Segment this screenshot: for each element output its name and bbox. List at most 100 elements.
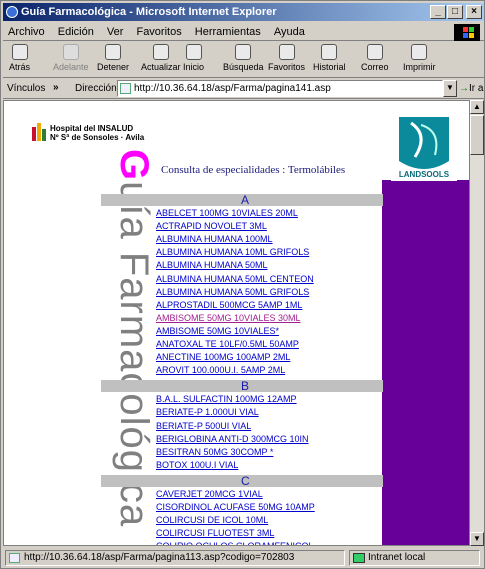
vertical-scrollbar[interactable]: ▲ ▼ (470, 100, 484, 546)
title-bar: Guía Farmacológica - Microsoft Internet … (3, 3, 484, 21)
toolbar-print-button[interactable]: Imprimir (403, 44, 436, 72)
links-chevron-icon[interactable]: » (53, 82, 59, 93)
address-label: Dirección (75, 83, 117, 94)
toolbar-label: Detener (97, 62, 130, 72)
toolbar-back-arrow-button[interactable]: Atrás (9, 44, 30, 72)
medicine-link[interactable]: ALBUMINA HUMANA 10ML GRIFOLS (156, 247, 309, 257)
browser-window: Guía Farmacológica - Microsoft Internet … (0, 0, 485, 569)
medicine-link[interactable]: AROVIT 100.000U.I. 5AMP 2ML (156, 365, 285, 375)
toolbar-label: Favoritos (268, 62, 306, 72)
status-url: http://10.36.64.18/asp/Farma/pagina113.a… (24, 552, 295, 563)
letter-bar-b: B (101, 379, 383, 394)
maximize-button[interactable]: □ (447, 5, 463, 19)
toolbar-label: Correo (361, 62, 389, 72)
toolbar-mail-button[interactable]: Correo (361, 44, 389, 72)
menu-edicion[interactable]: Edición (53, 23, 99, 38)
letter-bar-c: C (101, 473, 383, 488)
menu-ayuda[interactable]: Ayuda (269, 23, 310, 38)
windows-logo-icon (454, 24, 480, 41)
address-dropdown-icon[interactable]: ▼ (443, 80, 457, 97)
menu-ver[interactable]: Ver (102, 23, 129, 38)
page-viewport: Hospital del INSALUD Nº Sª de Sonsoles ·… (3, 100, 470, 546)
toolbar: Atrás Adelante Detener Actualizar Inicio Búsq… (3, 42, 484, 78)
refresh-icon (152, 44, 169, 60)
toolbar-label: Historial (313, 62, 346, 72)
medicine-link[interactable]: ABELCET 100MG 10VIALES 20ML (156, 208, 298, 218)
toolbar-label: Imprimir (403, 62, 436, 72)
menu-archivo[interactable]: Archivo (3, 23, 50, 38)
hospital-location: Nº Sª de Sonsoles · Avila (50, 133, 145, 142)
go-label[interactable]: Ir a (469, 83, 483, 94)
medicine-link[interactable]: BERIGLOBINA ANTI-D 300MCG 10IN (156, 434, 309, 444)
links-label[interactable]: Vínculos (7, 83, 45, 94)
medicine-link[interactable]: B.A.L. SULFACTIN 100MG 12AMP (156, 394, 297, 404)
medicine-link[interactable]: ANECTINE 100MG 100AMP 2ML (156, 352, 290, 362)
toolbar-forward-arrow-button[interactable]: Adelante (53, 44, 89, 72)
medicine-link[interactable]: COLIRCUSI DE ICOL 10ML (156, 515, 268, 525)
status-zone: Intranet local (368, 552, 426, 563)
medicine-link[interactable]: COLIRIO OCULOS CLORAMFENICOL (156, 541, 314, 545)
history-icon (321, 44, 338, 60)
medicine-link[interactable]: AMBISOME 50MG 10VIALES 30ML (156, 313, 301, 323)
medicine-link[interactable]: CISORDINOL ACUFASE 50MG 10AMP (156, 502, 315, 512)
medicine-link[interactable]: BOTOX 100U.I VIAL (156, 460, 238, 470)
close-button[interactable]: × (466, 5, 482, 19)
back-arrow-icon (11, 44, 28, 60)
intranet-icon (353, 553, 365, 563)
medicine-link[interactable]: ACTRAPID NOVOLET 3ML (156, 221, 267, 231)
status-page-icon (9, 553, 20, 563)
status-bar: http://10.36.64.18/asp/Farma/pagina113.a… (3, 548, 484, 568)
medicine-link[interactable]: ALBUMINA HUMANA 50ML GRIFOLS (156, 287, 309, 297)
medicine-link[interactable]: COLIRCUSI FLUOTEST 3ML (156, 528, 274, 538)
menu-bar: Archivo Edición Ver Favoritos Herramient… (3, 23, 484, 41)
purple-sidebar (382, 180, 469, 545)
ie-icon (6, 6, 18, 18)
medicine-link[interactable]: BERIATE-P 500UI VIAL (156, 421, 251, 431)
scroll-down-icon[interactable]: ▼ (470, 532, 484, 546)
toolbar-search-button[interactable]: Búsqueda (223, 44, 264, 72)
medicine-link[interactable]: CAVERJET 20MCG 1VIAL (156, 489, 263, 499)
letter-heading: B (241, 379, 250, 394)
stop-icon (105, 44, 122, 60)
medicine-link[interactable]: ALBUMINA HUMANA 50ML CENTEON (156, 274, 314, 284)
status-zone-cell: Intranet local (349, 550, 480, 566)
medicine-link[interactable]: ANATOXAL TE 10LF/0.5ML 50AMP (156, 339, 299, 349)
toolbar-history-button[interactable]: Historial (313, 44, 346, 72)
letter-bar-a: A (101, 193, 383, 207)
search-icon (235, 44, 252, 60)
toolbar-label: Adelante (53, 62, 89, 72)
print-icon (411, 44, 428, 60)
toolbar-stop-button[interactable]: Detener (97, 44, 129, 72)
window-title: Guía Farmacológica - Microsoft Internet … (21, 6, 277, 18)
medicine-link[interactable]: ALPROSTADIL 500MCG 5AMP 1ML (156, 300, 302, 310)
hospital-emblem-icon (32, 123, 46, 141)
medicine-link[interactable]: AMBISOME 50MG 10VIALES* (156, 326, 279, 336)
toolbar-home-button[interactable]: Inicio (183, 44, 204, 72)
medicine-link[interactable]: ALBUMINA HUMANA 50ML (156, 260, 268, 270)
toolbar-label: Búsqueda (223, 62, 264, 72)
home-icon (185, 44, 202, 60)
toolbar-label: Atrás (9, 62, 31, 72)
minimize-button[interactable]: _ (430, 5, 446, 19)
toolbar-favorites-button[interactable]: Favoritos (268, 44, 305, 72)
menu-favoritos[interactable]: Favoritos (131, 23, 186, 38)
toolbar-label: Actualizar (141, 62, 181, 72)
medicine-link[interactable]: BERIATE-P 1.000UI VIAL (156, 407, 259, 417)
address-input[interactable]: http://10.36.64.18/asp/Farma/pagina141.a… (117, 80, 443, 97)
hospital-name: Hospital del INSALUD (50, 124, 134, 133)
page-icon (120, 83, 131, 94)
landsools-logo: LANDSOOLS (391, 111, 457, 181)
scroll-thumb[interactable] (470, 115, 484, 155)
toolbar-refresh-button[interactable]: Actualizar (141, 44, 181, 72)
page-heading: Consulta de especialidades : Termolábile… (161, 164, 346, 176)
toolbar-label: Inicio (183, 62, 205, 72)
letter-heading: C (241, 473, 250, 488)
menu-herramientas[interactable]: Herramientas (190, 23, 266, 38)
go-arrow-icon[interactable]: → (459, 83, 469, 94)
forward-arrow-icon (62, 44, 79, 60)
address-bar: Vínculos » Dirección http://10.36.64.18/… (3, 79, 484, 99)
scroll-up-icon[interactable]: ▲ (470, 100, 484, 114)
medicine-link[interactable]: ALBUMINA HUMANA 100ML (156, 234, 273, 244)
medicine-link[interactable]: BESITRAN 50MG 30COMP * (156, 447, 273, 457)
status-url-cell: http://10.36.64.18/asp/Farma/pagina113.a… (5, 550, 345, 566)
